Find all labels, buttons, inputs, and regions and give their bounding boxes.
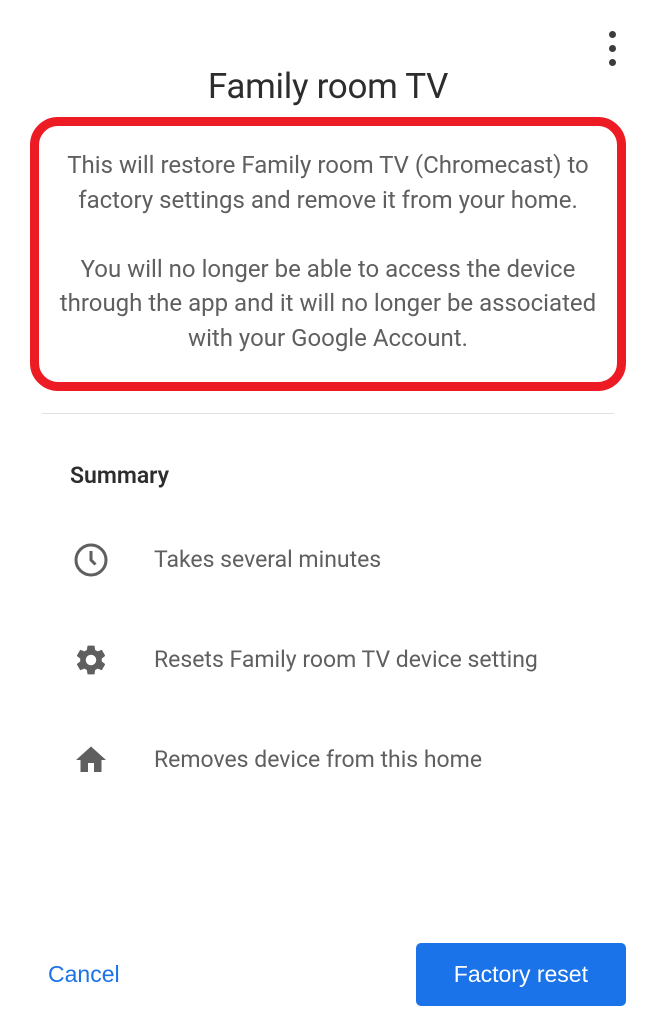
summary-item-label: Resets Family room TV device setting [154, 646, 538, 673]
list-item: Removes device from this home [70, 739, 586, 781]
summary-list: Takes several minutes Resets Family room… [70, 539, 586, 781]
summary-heading: Summary [70, 462, 586, 489]
warning-paragraph-2: You will no longer be able to access the… [49, 252, 607, 356]
list-item: Resets Family room TV device setting [70, 639, 586, 681]
warning-paragraph-1: This will restore Family room TV (Chrome… [49, 148, 607, 218]
cancel-button[interactable]: Cancel [44, 947, 124, 1002]
warning-text: This will restore Family room TV (Chrome… [49, 148, 607, 356]
factory-reset-button[interactable]: Factory reset [416, 943, 626, 1006]
footer-actions: Cancel Factory reset [0, 943, 656, 1006]
summary-item-label: Removes device from this home [154, 746, 482, 773]
clock-icon [70, 539, 112, 581]
page-title: Family room TV [0, 66, 656, 107]
header: Family room TV [0, 0, 656, 107]
summary-item-label: Takes several minutes [154, 546, 381, 573]
summary-section: Summary Takes several minutes Resets Fam… [0, 414, 656, 781]
list-item: Takes several minutes [70, 539, 586, 581]
more-options-icon[interactable] [600, 28, 624, 68]
gear-icon [70, 639, 112, 681]
home-icon [70, 739, 112, 781]
warning-annotation-box: This will restore Family room TV (Chrome… [30, 117, 626, 391]
